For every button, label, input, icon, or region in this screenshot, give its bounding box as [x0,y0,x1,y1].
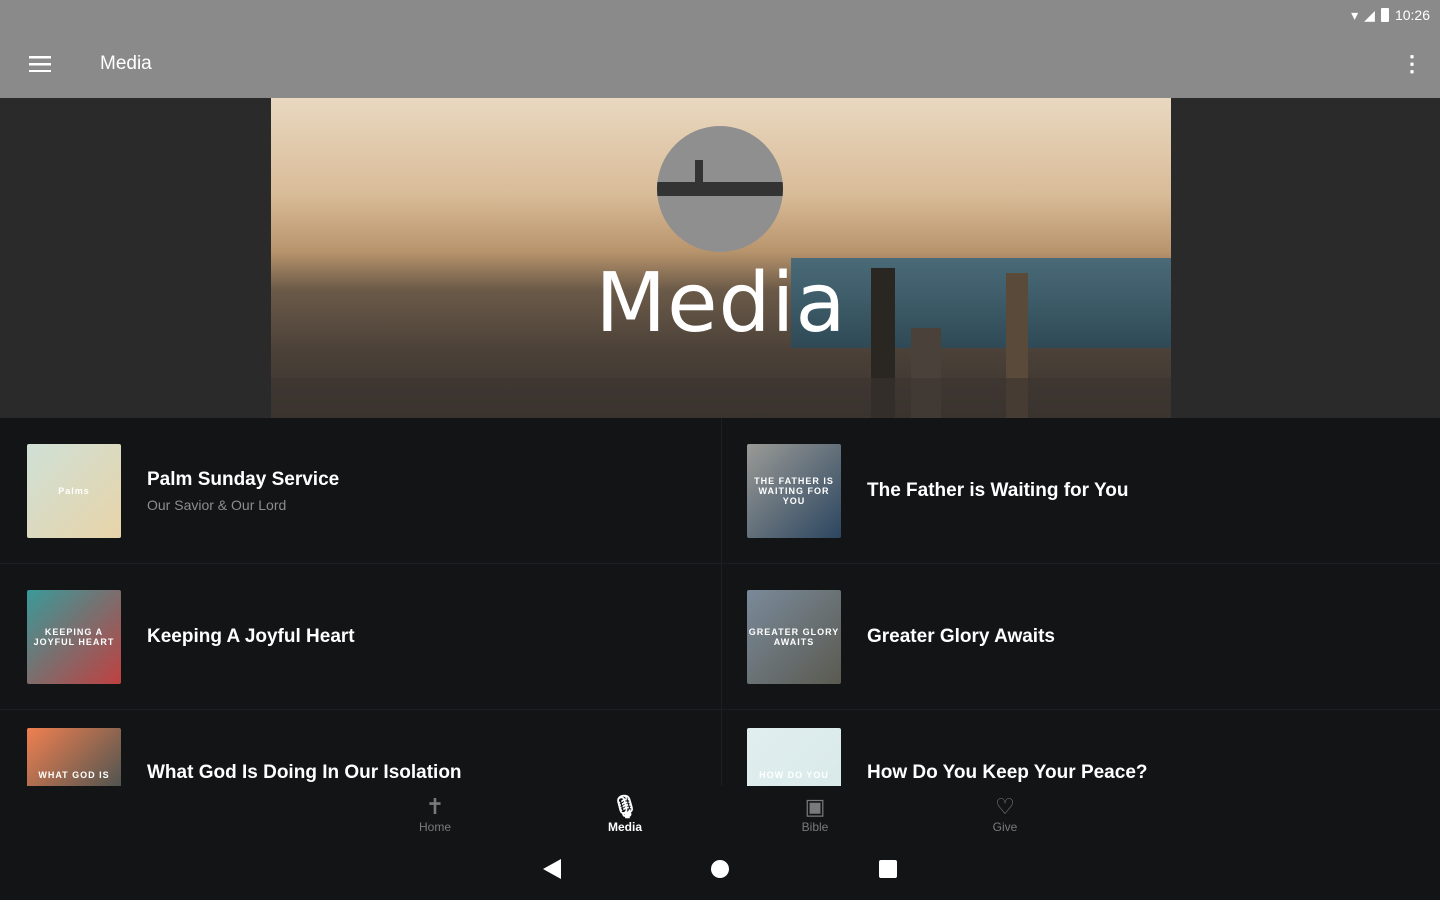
recents-icon[interactable] [879,859,897,883]
battery-icon [1380,8,1389,22]
status-bar: ▾ ◢ 10:26 [0,0,1440,30]
media-thumbnail: KEEPING A JOYFUL HEART [27,589,121,684]
thumbnail-text: GREATER GLORY AWAITS [748,626,840,647]
media-title: The Father is Waiting for You [867,479,1129,501]
tab-home[interactable]: ✝ Home [340,786,530,842]
wifi-icon: ▾ [1351,6,1359,23]
hero-title: Media [595,256,847,351]
heart-icon: ♡ [995,794,1015,819]
media-thumbnail: HOW DO YOU [747,728,841,786]
church-logo [657,126,783,252]
system-nav-bar [0,842,1440,900]
back-icon[interactable] [543,858,561,884]
microphone-icon: 🎙 [611,794,639,819]
hamburger-menu-icon[interactable] [0,56,80,72]
media-list-item[interactable]: KEEPING A JOYFUL HEART Keeping A Joyful … [0,564,720,710]
city-skyline [271,378,1171,418]
media-title: What God Is Doing In Our Isolation [147,762,462,783]
bottom-nav: ✝ Home 🎙 Media ▣ Bible ♡ Give [0,786,1440,842]
media-thumbnail: GREATER GLORY AWAITS [747,589,841,684]
media-list-item[interactable]: THE FATHER IS WAITING FOR YOU The Father… [720,418,1440,564]
status-time: 10:26 [1394,7,1430,23]
tab-give[interactable]: ♡ Give [910,786,1100,842]
media-list-item[interactable]: Palms Palm Sunday Service Our Savior & O… [0,418,720,564]
hero-banner: Media [271,98,1171,418]
page-title: Media [100,53,152,74]
tab-label: Bible [801,820,829,834]
media-list-item[interactable]: WHAT GOD IS What God Is Doing In Our Iso… [0,710,720,786]
media-thumbnail: THE FATHER IS WAITING FOR YOU [747,443,841,538]
home-icon[interactable] [711,859,729,883]
thumbnail-text: WHAT GOD IS [38,770,110,780]
thumbnail-text: Palms [58,485,90,496]
bible-icon: ▣ [804,794,826,819]
tab-label: Home [418,820,451,834]
thumbnail-text: KEEPING A JOYFUL HEART [33,626,115,647]
tab-label: Media [607,820,642,834]
more-vert-icon[interactable]: ⋮ [1384,51,1440,77]
media-title: Palm Sunday Service [147,468,340,490]
media-title: How Do You Keep Your Peace? [867,762,1148,783]
media-thumbnail: WHAT GOD IS [27,728,121,786]
media-list-item[interactable]: HOW DO YOU How Do You Keep Your Peace? [720,710,1440,786]
media-thumbnail: Palms [27,443,121,538]
media-list: Palms Palm Sunday Service Our Savior & O… [0,418,1440,786]
thumbnail-text: THE FATHER IS WAITING FOR YOU [754,475,834,506]
media-subtitle: Our Savior & Our Lord [147,496,287,513]
cross-icon: ✝ [425,794,445,819]
tab-media[interactable]: 🎙 Media [530,786,720,842]
media-list-item[interactable]: GREATER GLORY AWAITS Greater Glory Await… [720,564,1440,710]
tab-label: Give [992,820,1018,834]
media-title: Keeping A Joyful Heart [147,625,355,647]
signal-icon: ◢ [1364,6,1375,23]
media-title: Greater Glory Awaits [867,625,1055,647]
app-bar: Media ⋮ [0,30,1440,98]
tab-bible[interactable]: ▣ Bible [720,786,910,842]
thumbnail-text: HOW DO YOU [759,770,829,780]
